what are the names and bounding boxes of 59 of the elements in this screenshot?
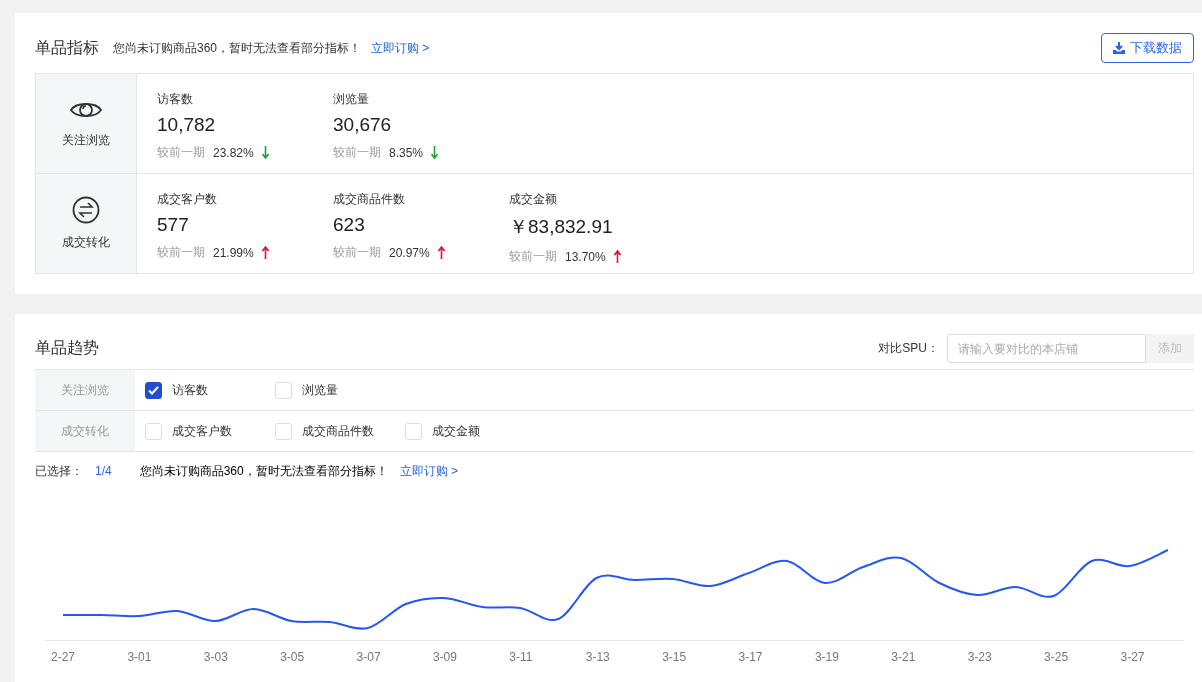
section-title: 单品指标	[35, 37, 99, 58]
compare-label: 较前一期	[509, 248, 557, 265]
checkbox[interactable]	[145, 381, 162, 399]
axis-label: 3-01	[127, 650, 153, 664]
checkbox-label: 访客数	[172, 381, 208, 399]
compare-label: 较前一期	[157, 144, 205, 161]
metric-value: 30,676	[333, 114, 392, 136]
metric-value: ￥83,832.91	[509, 215, 613, 239]
filter-label: 成交转化	[35, 411, 135, 451]
metric-name: 成交金额	[509, 191, 557, 208]
axis-label: 3-03	[203, 650, 229, 664]
compare-label: 较前一期	[157, 244, 205, 261]
metric-value: 577	[157, 214, 189, 236]
metric-value: 623	[333, 214, 365, 236]
axis-label: 3-27	[1120, 650, 1146, 664]
selected-count: 1/4	[95, 464, 112, 478]
axis-label: 3-23	[967, 650, 993, 664]
group-label: 成交转化	[62, 234, 110, 251]
exchange-icon	[72, 196, 100, 224]
axis-label: 3-11	[509, 650, 534, 664]
checkbox-label: 成交商品件数	[302, 422, 374, 440]
group-label: 关注浏览	[62, 132, 110, 149]
compare-label: 对比SPU：	[878, 340, 939, 357]
order-link[interactable]: 立即订购 >	[371, 39, 430, 57]
checkbox-label: 成交金额	[432, 422, 480, 440]
metric-name: 浏览量	[333, 91, 369, 108]
compare-label: 较前一期	[333, 144, 381, 161]
change-value: 21.99%	[213, 245, 254, 260]
axis-label: 2-27	[51, 650, 77, 664]
download-icon	[1113, 42, 1125, 54]
axis-label: 3-05	[280, 650, 306, 664]
compare-input[interactable]: 请输入要对比的本店铺	[947, 334, 1146, 363]
change-value: 13.70%	[565, 249, 606, 264]
axis-label: 3-13	[585, 650, 611, 664]
checkmark-icon	[148, 385, 159, 395]
checkbox-label: 浏览量	[302, 381, 338, 399]
axis-label: 3-09	[432, 650, 458, 664]
axis-label: 3-21	[891, 650, 917, 664]
order-link[interactable]: 立即订购 >	[399, 462, 459, 480]
change-value: 20.97%	[389, 245, 430, 260]
selected-label: 已选择：	[35, 462, 83, 480]
axis-label: 3-17	[738, 650, 764, 664]
download-button[interactable]: 下载数据	[1101, 33, 1194, 63]
metric-value: 10,782	[157, 114, 216, 136]
axis-label: 3-15	[662, 650, 688, 664]
compare-label: 较前一期	[333, 244, 381, 261]
axis-label: 3-25	[1044, 650, 1070, 664]
change-value: 8.35%	[389, 145, 424, 160]
axis-label: 3-07	[356, 650, 382, 664]
filter-label: 关注浏览	[35, 370, 135, 410]
metric-name: 访客数	[157, 91, 193, 108]
section-title: 单品趋势	[35, 338, 99, 358]
notice-text: 您尚未订购商品360，暂时无法查看部分指标！	[139, 462, 388, 480]
axis-label: 3-19	[814, 650, 840, 664]
metric-name: 成交客户数	[157, 191, 217, 208]
metric-name: 成交商品件数	[333, 191, 405, 208]
checkbox-label: 成交客户数	[172, 422, 232, 440]
change-value: 23.82%	[213, 145, 254, 160]
notice-text: 您尚未订购商品360，暂时无法查看部分指标！	[113, 39, 362, 57]
